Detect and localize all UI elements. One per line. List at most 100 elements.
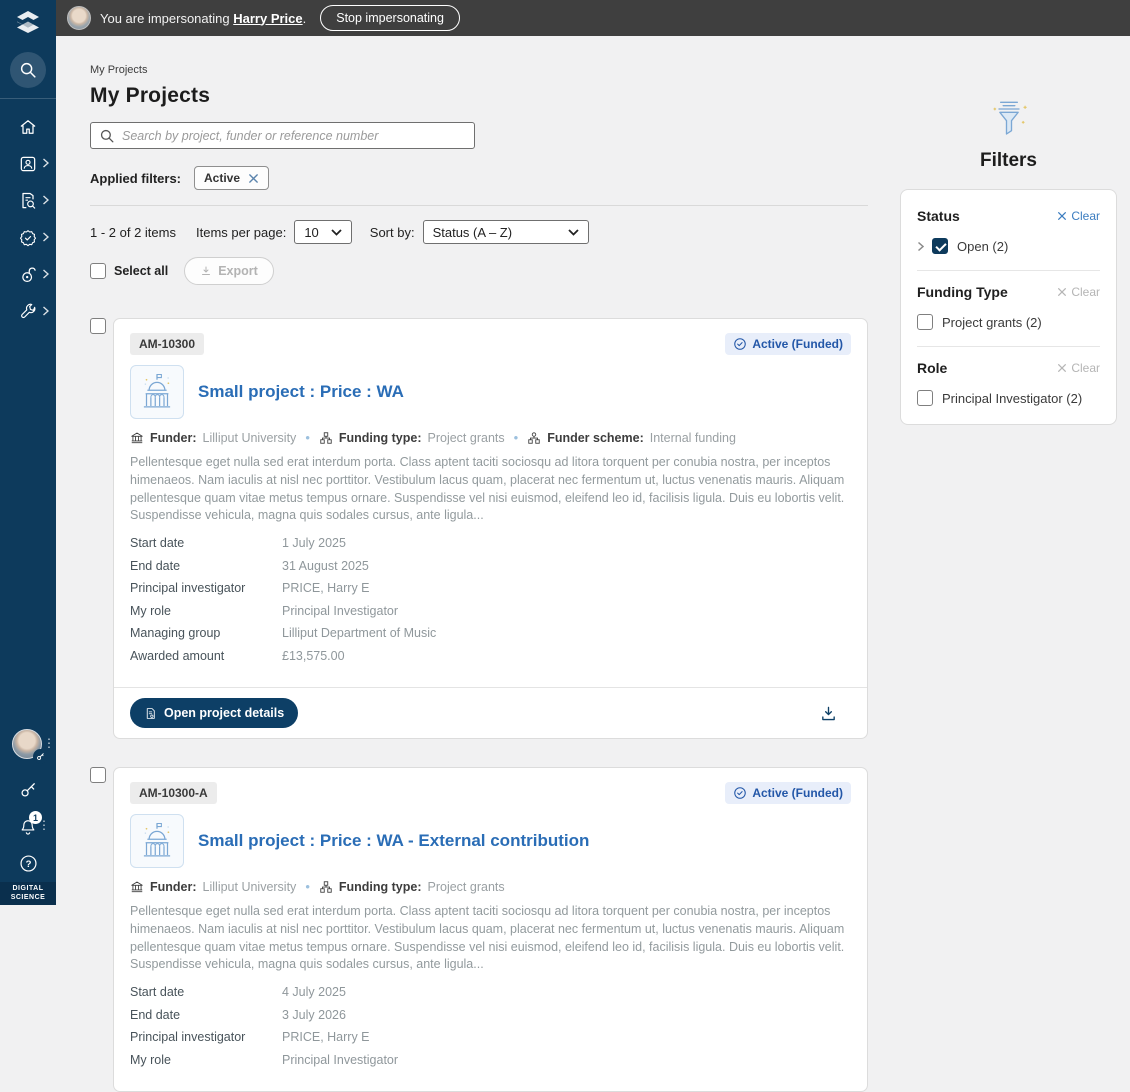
sidebar-item-awards[interactable]: [0, 219, 56, 256]
impersonated-user-link[interactable]: Harry Price: [233, 11, 302, 26]
filters-card: Status Clear Open (2) Funding Type Clear: [900, 189, 1117, 425]
sidebar-item-profile[interactable]: [0, 145, 56, 182]
filter-chip-active[interactable]: Active: [194, 166, 270, 190]
detail-label: End date: [130, 558, 181, 573]
detail-value: PRICE, Harry E: [282, 1030, 370, 1044]
project-title-link[interactable]: Small project : Price : WA: [198, 382, 404, 402]
section-divider: [90, 205, 868, 206]
sidebar-item-open-access[interactable]: [0, 256, 56, 293]
items-per-page-value: 10: [304, 224, 319, 240]
stop-impersonating-button[interactable]: Stop impersonating: [320, 5, 460, 31]
clear-status-filter[interactable]: Clear: [1057, 209, 1100, 223]
symplectic-logo[interactable]: [0, 0, 56, 44]
sidebar-item-home[interactable]: [0, 108, 56, 145]
sidebar-item-notifications[interactable]: 1 ⋮: [0, 808, 56, 845]
detail-value: Principal Investigator: [282, 603, 399, 618]
user-avatar[interactable]: ⋮: [12, 729, 55, 764]
meta-separator: •: [513, 430, 519, 445]
remove-filter-icon[interactable]: [248, 173, 259, 184]
select-all-label: Select all: [114, 264, 169, 278]
search-icon: [20, 62, 36, 78]
select-all-checkbox[interactable]: [90, 263, 106, 279]
project-id-tag: AM-10300-A: [130, 782, 217, 804]
project-title-link[interactable]: Small project : Price : WA - External co…: [198, 831, 589, 851]
funding-type-value: Project grants: [427, 879, 505, 894]
funder-bank-icon: [131, 432, 143, 443]
sidebar-search-button[interactable]: [10, 52, 46, 88]
status-open-checkbox[interactable]: [932, 238, 948, 254]
project-search[interactable]: [90, 122, 475, 149]
funding-type-project-grants-checkbox[interactable]: [917, 314, 933, 330]
impersonation-prefix: You are impersonating: [100, 10, 230, 26]
clear-x-icon: [1058, 288, 1067, 296]
svg-text:?: ?: [25, 859, 31, 870]
sidebar-item-impersonate[interactable]: [0, 771, 56, 808]
detail-label: Awarded amount: [130, 648, 225, 663]
filter-section-status: Status: [917, 208, 960, 224]
project-building-icon: [130, 365, 184, 419]
avatar-menu-icon[interactable]: ⋮: [43, 736, 55, 750]
project-card: AM-10300-A Active (Funded) Small project…: [113, 767, 868, 1092]
filters-funnel-icon: [992, 101, 1027, 135]
role-principal-investigator-checkbox[interactable]: [917, 390, 933, 406]
applied-filters-label: Applied filters:: [90, 170, 182, 186]
clear-x-icon: [1058, 364, 1067, 372]
clear-role-filter[interactable]: Clear: [1057, 361, 1100, 375]
detail-value: 4 July 2025: [282, 985, 346, 999]
impersonation-key-badge: [33, 749, 48, 764]
detail-value: Lilliput Department of Music: [282, 626, 437, 640]
sidebar-item-help[interactable]: ?: [0, 845, 56, 882]
funder-value: Lilliput University: [202, 879, 297, 894]
clear-funding-type-filter[interactable]: Clear: [1057, 285, 1100, 299]
project-doc-icon: [146, 707, 155, 719]
meta-separator: •: [305, 879, 310, 894]
funding-type-label: Funding type:: [338, 879, 422, 894]
sidebar-item-tools[interactable]: [0, 293, 56, 330]
meta-separator: •: [305, 430, 310, 445]
check-circle-icon: [734, 787, 747, 799]
search-input[interactable]: [122, 128, 466, 143]
download-project-icon[interactable]: [820, 705, 837, 722]
sort-by-label: Sort by:: [369, 224, 415, 240]
impersonation-suffix: .: [302, 10, 307, 26]
detail-value: 3 July 2026: [282, 1007, 346, 1022]
home-icon: [20, 119, 36, 134]
project-checkbox[interactable]: [90, 767, 106, 783]
project-description: Pellentesque eget nulla sed erat interdu…: [130, 904, 845, 972]
status-expander-icon[interactable]: [917, 241, 924, 252]
notifications-menu-icon[interactable]: ⋮: [38, 818, 50, 832]
status-badge: Active (Funded): [725, 782, 851, 804]
items-per-page-select[interactable]: 10: [294, 220, 352, 244]
sort-select[interactable]: Status (A – Z): [422, 220, 589, 244]
funder-scheme-label: Funder scheme:: [547, 430, 644, 445]
download-icon: [202, 266, 211, 275]
filter-chip-label: Active: [204, 171, 241, 185]
project-checkbox[interactable]: [90, 318, 106, 334]
filter-divider: [917, 346, 1100, 347]
chevron-right-icon: [43, 157, 50, 168]
detail-value: 31 August 2025: [282, 558, 369, 573]
project-row: AM-10300-A Active (Funded) Small project…: [90, 767, 868, 1092]
detail-label: My role: [130, 603, 171, 618]
project-id-tag: AM-10300: [130, 333, 205, 355]
open-project-details-button[interactable]: Open project details: [130, 698, 299, 728]
chevron-right-icon: [43, 268, 50, 279]
detail-label: Start date: [130, 985, 185, 999]
impersonated-user-avatar: [67, 6, 91, 30]
role-principal-investigator-label: Principal Investigator (2): [942, 390, 1083, 406]
breadcrumb[interactable]: My Projects: [90, 64, 868, 76]
impersonation-banner: You are impersonating Harry Price. Stop …: [56, 0, 1130, 36]
check-circle-icon: [734, 338, 747, 350]
status-label: Active (Funded): [752, 337, 843, 351]
detail-value: Principal Investigator: [282, 1052, 399, 1067]
document-search-icon: [22, 192, 36, 209]
funder-value: Lilliput University: [202, 430, 297, 445]
project-card: AM-10300 Active (Funded) Small project:…: [113, 318, 868, 739]
funding-type-label: Funding type:: [338, 430, 422, 445]
search-icon: [100, 129, 114, 142]
export-button[interactable]: Export: [184, 257, 274, 285]
detail-label: My role: [130, 1052, 171, 1067]
clear-x-icon: [1058, 212, 1067, 220]
sidebar-item-publications[interactable]: [0, 182, 56, 219]
filter-section-funding-type: Funding Type: [917, 284, 1008, 300]
